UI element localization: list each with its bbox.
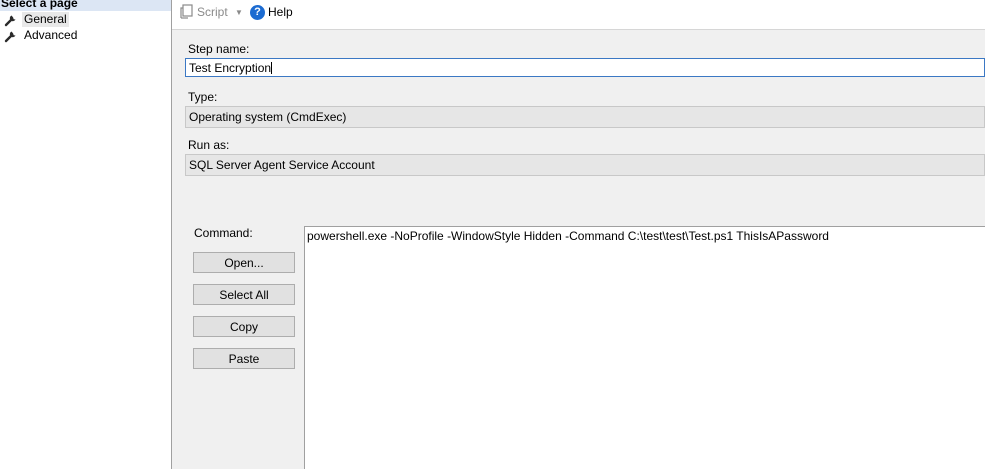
type-field[interactable]: Operating system (CmdExec) [185, 106, 985, 128]
command-label: Command: [194, 226, 253, 240]
run-as-label: Run as: [188, 138, 230, 152]
step-name-input[interactable]: Test Encryption [185, 58, 985, 77]
help-label: Help [268, 5, 293, 19]
page-item-advanced[interactable]: Advanced [4, 28, 79, 43]
page-selector-header: Select a page [0, 0, 171, 11]
step-name-label: Step name: [188, 42, 250, 56]
type-value: Operating system (CmdExec) [189, 110, 347, 124]
run-as-value: SQL Server Agent Service Account [189, 158, 375, 172]
page-item-label: General [22, 12, 69, 27]
select-all-button[interactable]: Select All [193, 284, 295, 305]
help-icon: ? [250, 4, 265, 20]
copy-button[interactable]: Copy [193, 316, 295, 337]
page-item-general[interactable]: General [4, 12, 69, 27]
help-button[interactable]: ? Help [250, 3, 293, 21]
run-as-field[interactable]: SQL Server Agent Service Account [185, 154, 985, 176]
step-properties-pane: Script ▼ ? Help Step name: Test Encrypti… [172, 0, 985, 469]
wrench-icon [4, 31, 16, 42]
paste-button[interactable]: Paste [193, 348, 295, 369]
page-item-label: Advanced [24, 28, 78, 42]
script-label: Script [197, 5, 228, 19]
script-dropdown-arrow[interactable]: ▼ [235, 3, 243, 21]
command-text: powershell.exe -NoProfile -WindowStyle H… [307, 229, 829, 243]
chevron-down-icon: ▼ [235, 7, 243, 17]
text-caret [271, 62, 273, 74]
type-label: Type: [188, 90, 218, 104]
script-button[interactable]: Script [180, 3, 228, 21]
toolbar: Script ▼ ? Help [172, 0, 985, 30]
step-name-value: Test Encryption [189, 61, 272, 75]
open-button[interactable]: Open... [193, 252, 295, 273]
page-selector-pane: Select a page General Advanced [0, 0, 172, 469]
script-icon [180, 4, 193, 19]
wrench-icon [4, 15, 16, 26]
command-textarea[interactable]: powershell.exe -NoProfile -WindowStyle H… [304, 226, 985, 469]
